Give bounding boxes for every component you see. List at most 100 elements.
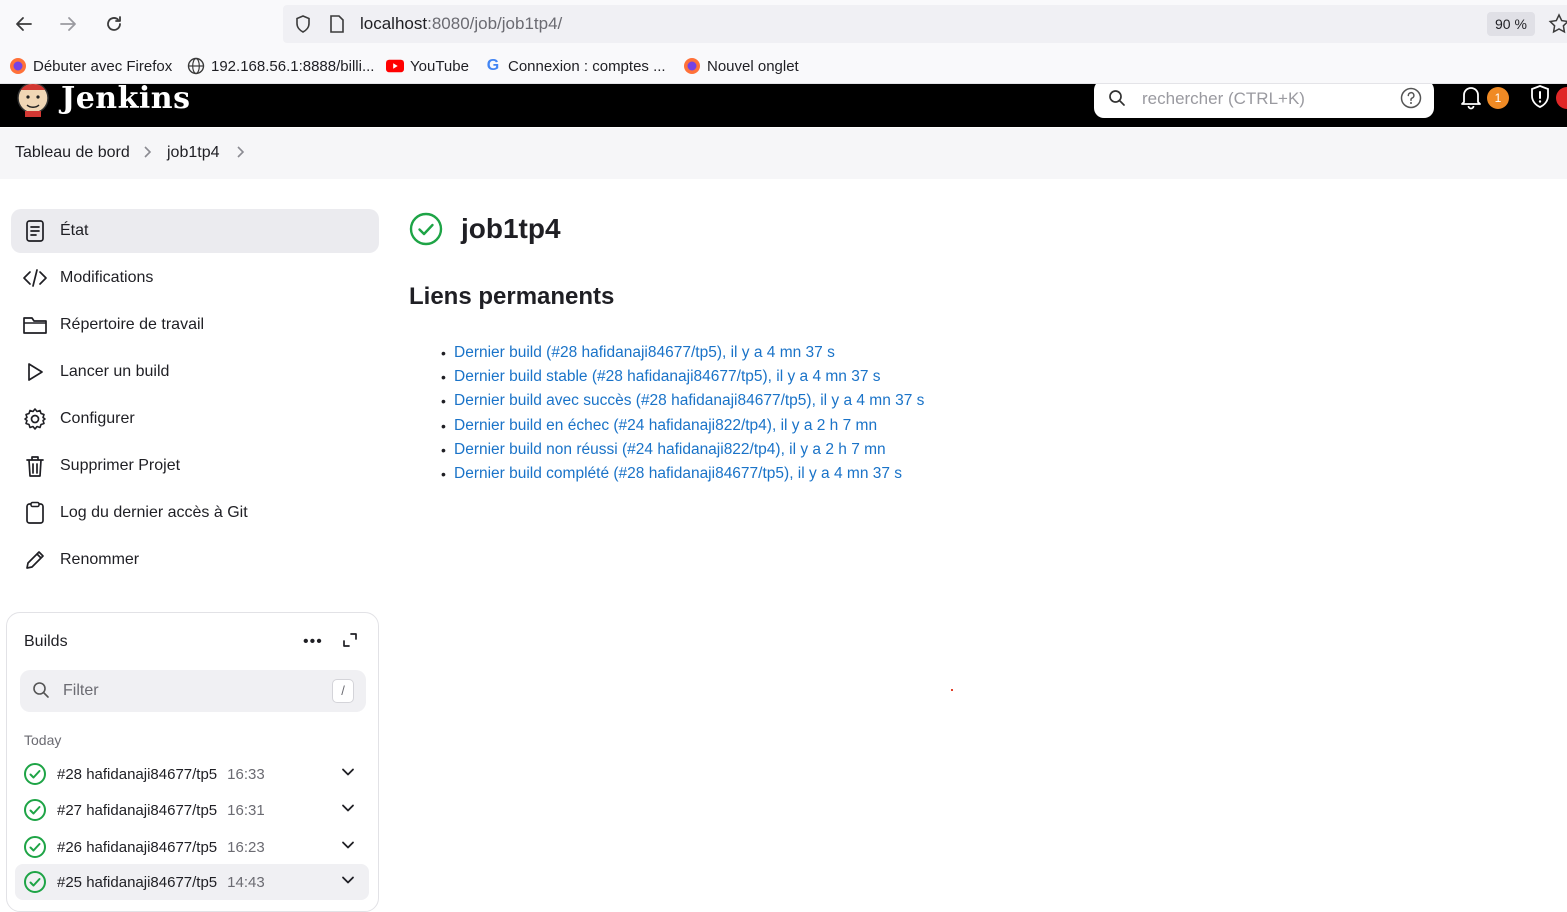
build-time: 14:43 bbox=[227, 873, 265, 891]
build-row[interactable]: #26 hafidanaji84677/tp5 16:23 bbox=[15, 829, 369, 865]
clipboard-icon bbox=[11, 501, 59, 525]
sidebar-item-modifications[interactable]: Modifications bbox=[11, 256, 379, 300]
chevron-down-icon[interactable] bbox=[341, 765, 355, 779]
sidebar-item-label: Modifications bbox=[60, 269, 154, 286]
jenkins-header: Jenkins rechercher (CTRL+K) 1 bbox=[0, 84, 1567, 127]
bookmark-item[interactable]: 192.168.56.1:8888/billi... bbox=[187, 57, 374, 75]
success-check-icon bbox=[24, 763, 46, 785]
sidebar-item-git-log[interactable]: Log du dernier accès à Git bbox=[11, 491, 379, 535]
url-host: localhost bbox=[360, 14, 428, 33]
permalink-last-build[interactable]: Dernier build (#28 hafidanaji84677/tp5),… bbox=[454, 344, 835, 362]
bookmark-label: YouTube bbox=[410, 57, 469, 75]
sidebar-item-rename[interactable]: Renommer bbox=[11, 538, 379, 582]
youtube-icon bbox=[386, 57, 404, 75]
success-check-icon bbox=[24, 799, 46, 821]
list-item: • Dernier build complété (#28 hafidanaji8… bbox=[441, 465, 903, 483]
back-button[interactable] bbox=[9, 9, 39, 39]
success-check-icon bbox=[24, 871, 46, 893]
list-item: • Dernier build (#28 hafidanaji84677/tp5)… bbox=[441, 344, 835, 362]
bookmark-item[interactable]: Débuter avec Firefox bbox=[9, 57, 172, 75]
permalink-last-successful[interactable]: Dernier build avec succès (#28 hafidanaj… bbox=[454, 392, 924, 410]
sidebar-item-etat[interactable]: État bbox=[11, 209, 379, 253]
list-item: • Dernier build en échec (#24 hafidanaji8… bbox=[441, 416, 878, 435]
builds-group-label: Today bbox=[24, 732, 62, 748]
star-icon[interactable] bbox=[1548, 13, 1567, 35]
bookmark-item[interactable]: Nouvel onglet bbox=[683, 57, 799, 75]
folder-icon bbox=[11, 314, 59, 336]
sidebar-item-delete[interactable]: Supprimer Projet bbox=[11, 444, 379, 488]
page-title: job1tp4 bbox=[461, 213, 561, 244]
sidebar-item-configure[interactable]: Configurer bbox=[11, 397, 379, 441]
list-item: • Dernier build stable (#28 hafidanaji846… bbox=[441, 368, 881, 386]
bookmark-label: Nouvel onglet bbox=[707, 57, 799, 75]
list-item: • Dernier build avec succès (#28 hafidana… bbox=[441, 392, 925, 410]
notification-badge[interactable]: 1 bbox=[1487, 87, 1509, 109]
build-name[interactable]: #25 hafidanaji84677/tp5 bbox=[57, 874, 217, 891]
permalink-last-stable[interactable]: Dernier build stable (#28 hafidanaji8467… bbox=[454, 368, 881, 386]
permalink-last-failed[interactable]: Dernier build en échec (#24 hafidanaji82… bbox=[454, 417, 877, 435]
reload-button[interactable] bbox=[99, 9, 129, 39]
search-input[interactable]: rechercher (CTRL+K) bbox=[1094, 84, 1434, 118]
page-icon[interactable] bbox=[328, 14, 346, 34]
back-arrow-icon bbox=[16, 17, 32, 31]
browser-toolbar: localhost:8080/job/job1tp4/ 90 % bbox=[0, 0, 1567, 50]
bookmark-item[interactable]: YouTube bbox=[386, 57, 469, 75]
bookmark-item[interactable]: G Connexion : comptes ... bbox=[484, 57, 666, 75]
builds-panel: Builds ••• Filter / Today #28 hafidanaji… bbox=[6, 612, 379, 912]
cursor-dot bbox=[951, 689, 953, 691]
chevron-down-icon[interactable] bbox=[341, 838, 355, 852]
security-shield-icon[interactable] bbox=[1528, 84, 1552, 110]
chevron-right-icon[interactable] bbox=[143, 145, 153, 162]
chevron-right-icon[interactable] bbox=[236, 145, 246, 162]
sidebar-item-label: Répertoire de travail bbox=[60, 316, 205, 333]
breadcrumb-job[interactable]: job1tp4 bbox=[167, 144, 220, 162]
filter-placeholder: Filter bbox=[63, 682, 99, 699]
build-row[interactable]: #28 hafidanaji84677/tp5 16:33 bbox=[15, 756, 369, 792]
security-badge[interactable] bbox=[1556, 87, 1567, 109]
permalink-last-unsuccessful[interactable]: Dernier build non réussi (#24 hafidanaji… bbox=[454, 441, 886, 459]
bell-icon[interactable] bbox=[1459, 84, 1483, 110]
chevron-down-icon[interactable] bbox=[341, 873, 355, 887]
forward-button[interactable] bbox=[53, 9, 83, 39]
more-options-icon[interactable]: ••• bbox=[303, 633, 323, 651]
reload-icon bbox=[107, 16, 121, 31]
sidebar-item-workspace[interactable]: Répertoire de travail bbox=[11, 303, 379, 347]
build-time: 16:23 bbox=[227, 838, 265, 856]
breadcrumb-dashboard[interactable]: Tableau de bord bbox=[15, 144, 130, 162]
address-bar[interactable]: localhost:8080/job/job1tp4/ 90 % bbox=[283, 5, 1567, 43]
app-name: Jenkins bbox=[61, 84, 191, 116]
bookmarks-bar: Débuter avec Firefox 192.168.56.1:8888/b… bbox=[0, 50, 1567, 84]
sidebar-item-label: Configurer bbox=[60, 410, 135, 427]
pencil-icon bbox=[11, 548, 59, 572]
google-icon: G bbox=[486, 57, 500, 74]
url-path: :8080/job/job1tp4/ bbox=[427, 14, 563, 33]
forward-arrow-icon bbox=[60, 17, 76, 31]
breadcrumb: Tableau de bord job1tp4 bbox=[0, 128, 1567, 179]
expand-icon[interactable] bbox=[342, 632, 358, 648]
build-name[interactable]: #27 hafidanaji84677/tp5 bbox=[57, 802, 217, 819]
shield-icon[interactable] bbox=[293, 14, 313, 34]
builds-filter-input[interactable]: Filter / bbox=[20, 670, 366, 712]
jenkins-logo[interactable]: Jenkins bbox=[15, 84, 190, 118]
url-text[interactable]: localhost:8080/job/job1tp4/ bbox=[360, 14, 562, 34]
zoom-level[interactable]: 90 % bbox=[1487, 12, 1535, 36]
build-name[interactable]: #28 hafidanaji84677/tp5 bbox=[57, 766, 217, 783]
sidebar-item-label: Renommer bbox=[60, 551, 140, 568]
build-row[interactable]: #27 hafidanaji84677/tp5 16:31 bbox=[15, 792, 369, 828]
build-time: 16:33 bbox=[227, 765, 265, 783]
permalinks-heading: Liens permanents bbox=[409, 283, 615, 310]
help-icon[interactable] bbox=[1400, 87, 1422, 109]
sidebar-item-build-now[interactable]: Lancer un build bbox=[11, 350, 379, 394]
search-icon bbox=[1109, 90, 1125, 106]
permalinks-list: • Dernier build (#28 hafidanaji84677/tp5)… bbox=[441, 341, 924, 486]
gear-icon bbox=[11, 407, 59, 431]
build-time: 16:31 bbox=[227, 801, 265, 819]
sidebar-item-label: Log du dernier accès à Git bbox=[60, 504, 248, 521]
play-icon bbox=[11, 361, 59, 383]
permalink-last-completed[interactable]: Dernier build complété (#28 hafidanaji84… bbox=[454, 465, 902, 483]
keyboard-shortcut-badge: / bbox=[332, 679, 354, 703]
sidebar-item-label: Lancer un build bbox=[60, 363, 170, 380]
build-name[interactable]: #26 hafidanaji84677/tp5 bbox=[57, 839, 217, 856]
firefox-icon bbox=[683, 57, 701, 75]
chevron-down-icon[interactable] bbox=[341, 801, 355, 815]
